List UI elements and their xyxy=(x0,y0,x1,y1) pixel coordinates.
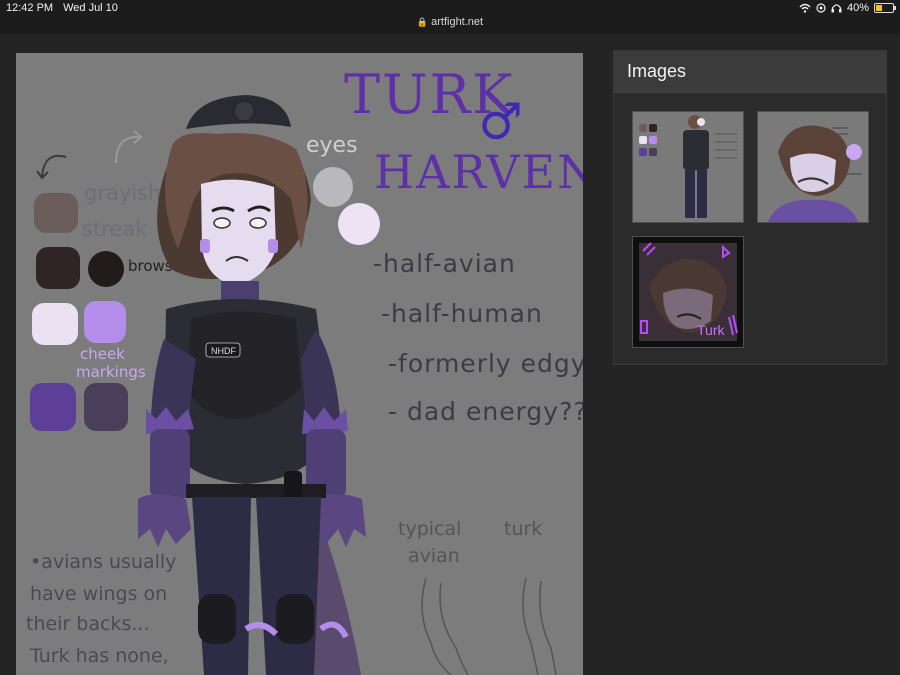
wing-swatch-purple xyxy=(30,383,76,431)
headphones-icon xyxy=(831,4,842,13)
image-thumbnail-portrait[interactable] xyxy=(757,111,869,223)
vest-badge: NHDF xyxy=(211,346,236,356)
status-indicators: 40% xyxy=(799,2,896,14)
male-symbol-icon: ♂ xyxy=(478,93,525,151)
hair-swatch-brown xyxy=(36,247,80,289)
lock-icon: 🔒 xyxy=(416,17,429,27)
images-panel-title: Images xyxy=(614,51,886,93)
thumbnail-caption: Turk xyxy=(697,322,725,338)
hair-swatch-streak xyxy=(34,193,78,233)
image-thumbnail-neon[interactable]: Turk xyxy=(632,236,744,348)
note-line: •avians usually xyxy=(30,551,177,573)
note-line: have wings on xyxy=(30,583,168,605)
thumbnail-art: Turk xyxy=(633,237,743,347)
trait-line: -formerly edgy xyxy=(388,349,583,378)
skin-swatch xyxy=(32,303,78,345)
typical-avian-label-line2: avian xyxy=(408,545,460,567)
turk-label: turk xyxy=(504,518,543,540)
battery-percent: 40% xyxy=(846,2,869,14)
wing-comparison-sketch xyxy=(421,577,557,675)
address-url: artfight.net xyxy=(431,16,484,28)
character-reference-artwork[interactable]: TURK HARVEN ♂ eyes grayish streak brows … xyxy=(16,53,583,675)
wifi-icon xyxy=(799,3,811,13)
address-bar[interactable]: 🔒 artfight.net xyxy=(0,16,900,28)
note-line: their backs... xyxy=(26,613,150,635)
note-line: Turk has none, xyxy=(30,645,169,667)
typical-avian-label-line1: typical xyxy=(398,518,462,540)
location-icon xyxy=(816,3,826,13)
arrow-icon xyxy=(36,155,67,180)
thumbnail-art xyxy=(758,112,868,222)
image-thumbnail-reference[interactable] xyxy=(632,111,744,223)
status-bar: 12:42 PM Wed Jul 10 🔒 artfight.net 40% xyxy=(0,0,900,34)
battery-icon xyxy=(874,3,896,13)
thumbnail-art xyxy=(633,112,743,222)
images-panel: Images Turk xyxy=(613,50,887,365)
trait-line: -half-human xyxy=(381,299,543,328)
battery-fill xyxy=(876,5,883,11)
trait-line: -half-avian xyxy=(373,249,516,278)
trait-line: - dad energy?? xyxy=(388,397,583,426)
status-date: Wed Jul 10 xyxy=(63,2,118,14)
status-time-date: 12:42 PM Wed Jul 10 xyxy=(6,2,118,14)
status-time: 12:42 PM xyxy=(6,2,54,14)
